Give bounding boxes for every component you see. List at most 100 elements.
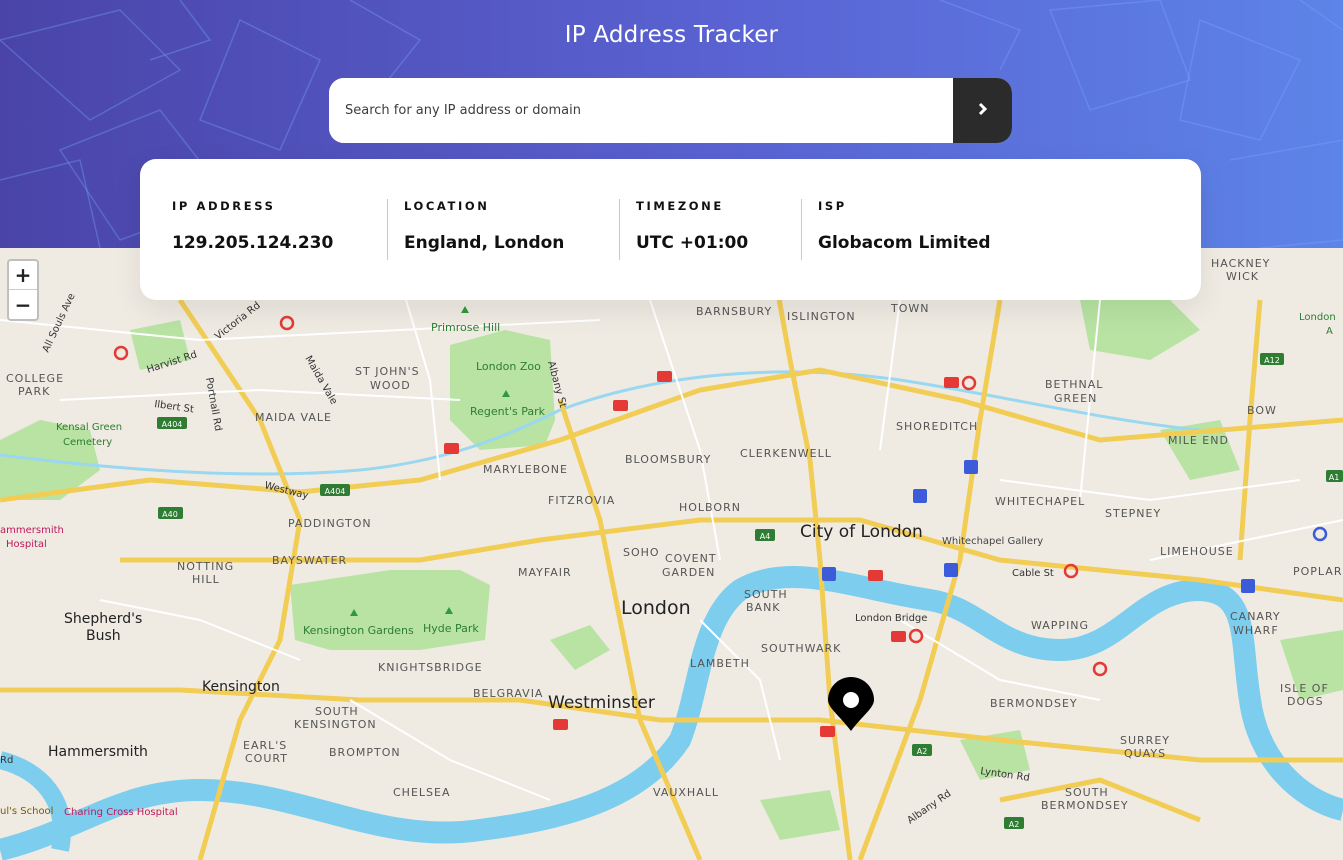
isp-label: ISP bbox=[818, 199, 847, 213]
search-submit-button[interactable] bbox=[953, 78, 1012, 143]
hyde-park-area bbox=[290, 570, 490, 650]
map-label: London bbox=[621, 597, 691, 619]
divider bbox=[801, 199, 802, 260]
ip-address-label: IP ADDRESS bbox=[172, 199, 276, 213]
rail-icon bbox=[657, 371, 672, 382]
map-label: WICK bbox=[1226, 270, 1259, 283]
map-label: Primrose Hill bbox=[431, 321, 500, 334]
map-label: SOUTHWARK bbox=[761, 642, 841, 655]
map-label: BROMPTON bbox=[329, 746, 401, 759]
dlr-icon bbox=[964, 460, 978, 474]
map-label: POPLAR bbox=[1293, 565, 1342, 578]
page-title: IP Address Tracker bbox=[564, 22, 779, 48]
map-label: Cable St bbox=[1012, 568, 1054, 579]
rail-icon bbox=[891, 631, 906, 642]
map-label: BAYSWATER bbox=[272, 554, 347, 567]
map-label: PADDINGTON bbox=[288, 517, 372, 530]
road-shield: A2 bbox=[917, 747, 928, 756]
ip-address-section: IP ADDRESS 129.205.124.230 bbox=[172, 199, 333, 253]
map-label: VAUXHALL bbox=[653, 786, 719, 799]
map-label: SHOREDITCH bbox=[896, 420, 978, 433]
map-label: SOUTH bbox=[315, 705, 359, 718]
rail-icon bbox=[613, 400, 628, 411]
location-section: LOCATION England, London bbox=[404, 199, 564, 253]
search-bar bbox=[329, 78, 1012, 143]
road-shield: A12 bbox=[1264, 356, 1280, 365]
map-label: Whitechapel Gallery bbox=[942, 536, 1043, 547]
map-label: BARNSBURY bbox=[696, 305, 772, 318]
map-label: QUAYS bbox=[1124, 747, 1166, 760]
map-zoom-control: + − bbox=[7, 259, 39, 321]
map-label: FITZROVIA bbox=[548, 494, 615, 507]
map-label: Shepherd's bbox=[64, 611, 142, 627]
map-label: PARK bbox=[18, 385, 50, 398]
map-label: Kensington Gardens bbox=[303, 624, 414, 637]
zoom-in-button[interactable]: + bbox=[9, 261, 37, 290]
map-label: MAYFAIR bbox=[518, 566, 572, 579]
map[interactable]: A404 A404 A40 A4 A2 A2 A12 A1 London Cit… bbox=[0, 248, 1343, 860]
map-label: Regent's Park bbox=[470, 405, 546, 418]
map-label: BERMONDSEY bbox=[1041, 799, 1129, 812]
map-label: BLOOMSBURY bbox=[625, 453, 711, 466]
map-label: CANARY bbox=[1230, 610, 1281, 623]
zoom-out-button[interactable]: − bbox=[9, 290, 37, 319]
map-label: COLLEGE bbox=[6, 372, 64, 385]
regents-park-area bbox=[450, 330, 555, 450]
dlr-icon bbox=[913, 489, 927, 503]
map-label: MARYLEBONE bbox=[483, 463, 568, 476]
map-label: GARDEN bbox=[662, 566, 715, 579]
rail-icon bbox=[444, 443, 459, 454]
road-shield: A40 bbox=[162, 510, 178, 519]
dlr-icon bbox=[822, 567, 836, 581]
map-label: Hospital bbox=[6, 539, 47, 550]
map-label: London Bridge bbox=[855, 613, 927, 624]
ip-info-card: IP ADDRESS 129.205.124.230 LOCATION Engl… bbox=[140, 159, 1201, 300]
divider bbox=[387, 199, 388, 260]
map-label: KNIGHTSBRIDGE bbox=[378, 661, 483, 674]
timezone-section: TIMEZONE UTC +01:00 bbox=[636, 199, 748, 253]
road-shield: A404 bbox=[325, 487, 346, 496]
map-label: Cemetery bbox=[63, 437, 112, 448]
map-label: Westminster bbox=[548, 693, 655, 713]
map-label: CLERKENWELL bbox=[740, 447, 832, 460]
map-label: HILL bbox=[192, 573, 220, 586]
rail-icon bbox=[868, 570, 883, 581]
map-label: GREEN bbox=[1054, 392, 1097, 405]
map-label: Hammersmith bbox=[48, 744, 148, 760]
map-label: BERMONDSEY bbox=[990, 697, 1078, 710]
map-label: WHITECHAPEL bbox=[995, 495, 1085, 508]
map-label: WHARF bbox=[1233, 624, 1279, 637]
map-label: BOW bbox=[1247, 404, 1277, 417]
map-label: EARL'S bbox=[243, 739, 287, 752]
map-label: NOTTING bbox=[177, 560, 234, 573]
map-label: Charing Cross Hospital bbox=[64, 807, 178, 818]
map-label: ISLE OF bbox=[1280, 682, 1329, 695]
map-label: Bush bbox=[86, 628, 121, 644]
rail-icon bbox=[820, 726, 835, 737]
map-label: LIMEHOUSE bbox=[1160, 545, 1234, 558]
map-label: TOWN bbox=[890, 302, 929, 315]
ip-address-value: 129.205.124.230 bbox=[172, 233, 334, 253]
map-label: SOHO bbox=[623, 546, 660, 559]
rail-icon bbox=[944, 377, 959, 388]
isp-value: Globacom Limited bbox=[818, 233, 991, 253]
map-label: MILE END bbox=[1168, 434, 1229, 447]
map-label: LAMBETH bbox=[690, 657, 750, 670]
map-label: HACKNEY bbox=[1211, 257, 1270, 270]
map-label: KENSINGTON bbox=[294, 718, 377, 731]
map-label: SURREY bbox=[1120, 734, 1170, 747]
timezone-value: UTC +01:00 bbox=[636, 233, 749, 253]
map-label: Hyde Park bbox=[423, 622, 479, 635]
map-label: BELGRAVIA bbox=[473, 687, 543, 700]
road-shield: A4 bbox=[760, 532, 771, 541]
map-label: HOLBORN bbox=[679, 501, 741, 514]
map-label: SOUTH bbox=[1065, 786, 1109, 799]
map-label: SOUTH bbox=[744, 588, 788, 601]
map-label: ISLINGTON bbox=[787, 310, 856, 323]
map-canvas[interactable]: A404 A404 A40 A4 A2 A2 A12 A1 London Cit… bbox=[0, 248, 1343, 860]
location-value: England, London bbox=[404, 233, 565, 253]
map-label: COURT bbox=[245, 752, 288, 765]
search-input[interactable] bbox=[329, 78, 953, 143]
map-label: BANK bbox=[746, 601, 781, 614]
timezone-label: TIMEZONE bbox=[636, 199, 724, 213]
